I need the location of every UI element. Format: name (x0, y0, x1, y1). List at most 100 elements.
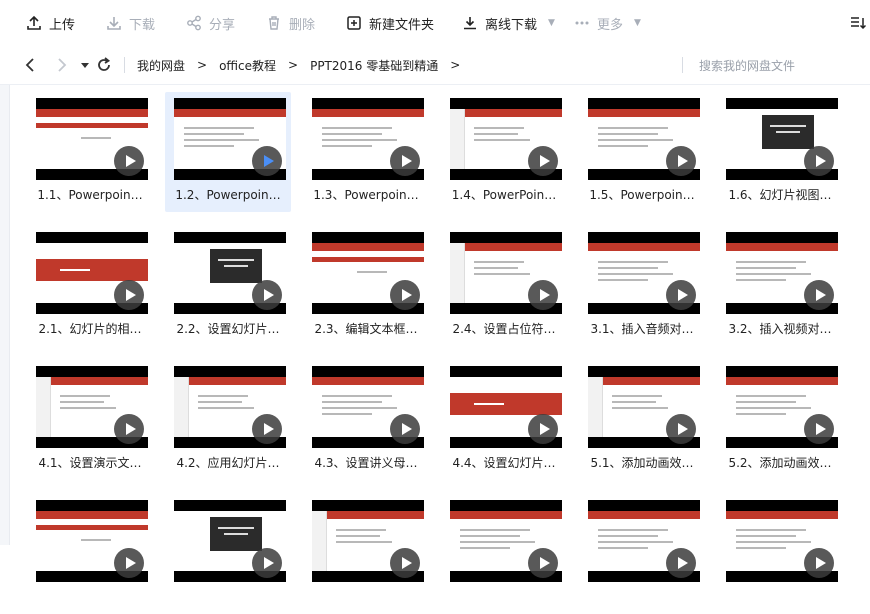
file-tile[interactable]: 1.3、Powerpoin… (303, 92, 429, 212)
slide-shape (322, 407, 397, 409)
file-tile[interactable]: 1.1、Powerpoin… (27, 92, 153, 212)
file-tile[interactable]: 2.4、设置占位符… (441, 226, 567, 346)
breadcrumb-item[interactable]: office教程 (219, 57, 276, 74)
file-tile[interactable]: 4.4、设置幻灯片… (441, 360, 567, 480)
file-tile[interactable]: 1.4、PowerPoin… (441, 92, 567, 212)
file-tile[interactable] (165, 494, 291, 614)
share-icon (187, 15, 201, 31)
file-tile[interactable]: 5.1、添加动画效… (579, 360, 705, 480)
file-name: 4.2、应用幻灯片… (176, 456, 280, 470)
slide-shape (736, 407, 811, 409)
file-name: 1.2、Powerpoin… (175, 188, 281, 202)
slide-shape (460, 547, 510, 549)
play-icon (114, 146, 144, 176)
history-dropdown-icon[interactable] (76, 56, 94, 74)
file-name: 3.2、插入视频对… (728, 322, 832, 336)
breadcrumb-item[interactable]: 我的网盘 (137, 57, 185, 74)
slide-shape (218, 527, 254, 529)
file-name: 5.1、添加动画效… (590, 456, 694, 470)
forward-icon[interactable] (52, 56, 70, 74)
slide-shape (612, 395, 662, 397)
slide-shape (322, 127, 392, 129)
back-icon[interactable] (22, 56, 40, 74)
download-icon (107, 17, 121, 30)
play-icon (804, 414, 834, 444)
slide-shape (474, 127, 524, 129)
file-tile[interactable] (303, 494, 429, 614)
slide-shape (736, 529, 806, 531)
play-icon (390, 414, 420, 444)
delete-button[interactable]: 删除 (266, 0, 315, 46)
navigation-bar: 我的网盘 > office教程 > PPT2016 零基础到精通 > 搜索我的网… (0, 46, 870, 85)
play-icon (114, 280, 144, 310)
sort-icon (851, 17, 866, 30)
slide-shape (174, 109, 286, 117)
upload-button[interactable]: 上传 (26, 0, 75, 46)
file-tile[interactable]: 4.2、应用幻灯片… (165, 360, 291, 480)
file-name: 1.3、Powerpoin… (313, 188, 419, 202)
file-tile[interactable]: 1.6、幻灯片视图… (717, 92, 843, 212)
slide-shape (736, 395, 806, 397)
slide-shape (36, 377, 51, 437)
file-tile[interactable]: 2.1、幻灯片的相… (27, 226, 153, 346)
slide-shape (736, 547, 786, 549)
video-thumbnail (312, 98, 424, 180)
slide-shape (81, 137, 111, 139)
file-tile[interactable] (27, 494, 153, 614)
video-thumbnail (174, 232, 286, 314)
file-tile[interactable]: 2.2、设置幻灯片… (165, 226, 291, 346)
file-tile[interactable]: 3.2、插入视频对… (717, 226, 843, 346)
slide-shape (726, 511, 838, 519)
download-button[interactable]: 下载 (106, 0, 155, 46)
file-name: 4.1、设置演示文… (38, 456, 142, 470)
upload-label: 上传 (49, 17, 76, 33)
file-tile[interactable] (441, 494, 567, 614)
video-thumbnail (450, 500, 562, 582)
slide-shape (36, 123, 148, 128)
slide-shape (598, 261, 668, 263)
slide-shape (598, 267, 658, 269)
share-button[interactable]: 分享 (186, 0, 235, 46)
slide-shape (322, 413, 372, 415)
slide-shape (474, 403, 504, 405)
search-input[interactable]: 搜索我的网盘文件 (699, 57, 795, 74)
breadcrumb-item[interactable]: PPT2016 零基础到精通 (310, 57, 438, 74)
slide-shape (336, 529, 386, 531)
file-tile[interactable]: 1.2、Powerpoin… (165, 92, 291, 212)
share-label: 分享 (209, 17, 236, 33)
slide-shape (60, 269, 90, 271)
more-label: 更多 (597, 17, 624, 33)
slide-shape (474, 273, 530, 275)
file-tile[interactable] (579, 494, 705, 614)
file-tile[interactable]: 1.5、Powerpoin… (579, 92, 705, 212)
trash-icon (269, 16, 279, 30)
slide-shape (598, 145, 648, 147)
search-box[interactable]: 搜索我的网盘文件 (682, 46, 795, 84)
refresh-icon[interactable] (95, 56, 113, 74)
slide-shape (174, 377, 189, 437)
file-tile[interactable]: 3.1、插入音频对… (579, 226, 705, 346)
slide-shape (450, 243, 465, 303)
video-thumbnail (726, 500, 838, 582)
new-folder-button[interactable]: 新建文件夹 (346, 0, 434, 46)
file-tile[interactable]: 4.1、设置演示文… (27, 360, 153, 480)
slide-shape (450, 393, 562, 415)
offline-download-button[interactable]: 离线下载 ▼ (462, 0, 555, 46)
file-tile[interactable]: 4.3、设置讲义母… (303, 360, 429, 480)
video-thumbnail (726, 366, 838, 448)
file-name: 2.2、设置幻灯片… (176, 322, 280, 336)
more-button[interactable]: 更多 ▼ (574, 0, 641, 46)
slide-shape (736, 279, 786, 281)
slide-shape (588, 377, 603, 437)
new-folder-label: 新建文件夹 (369, 17, 435, 33)
file-tile[interactable] (717, 494, 843, 614)
file-tile[interactable]: 2.3、编辑文本框… (303, 226, 429, 346)
slide-shape (36, 511, 148, 519)
file-tile[interactable]: 5.2、添加动画效… (717, 360, 843, 480)
video-thumbnail (726, 98, 838, 180)
offline-download-label: 离线下载 (485, 17, 538, 33)
file-name: 2.3、编辑文本框… (314, 322, 418, 336)
sort-button[interactable] (850, 0, 866, 46)
slide-shape (588, 243, 700, 251)
slide-shape (450, 109, 465, 169)
